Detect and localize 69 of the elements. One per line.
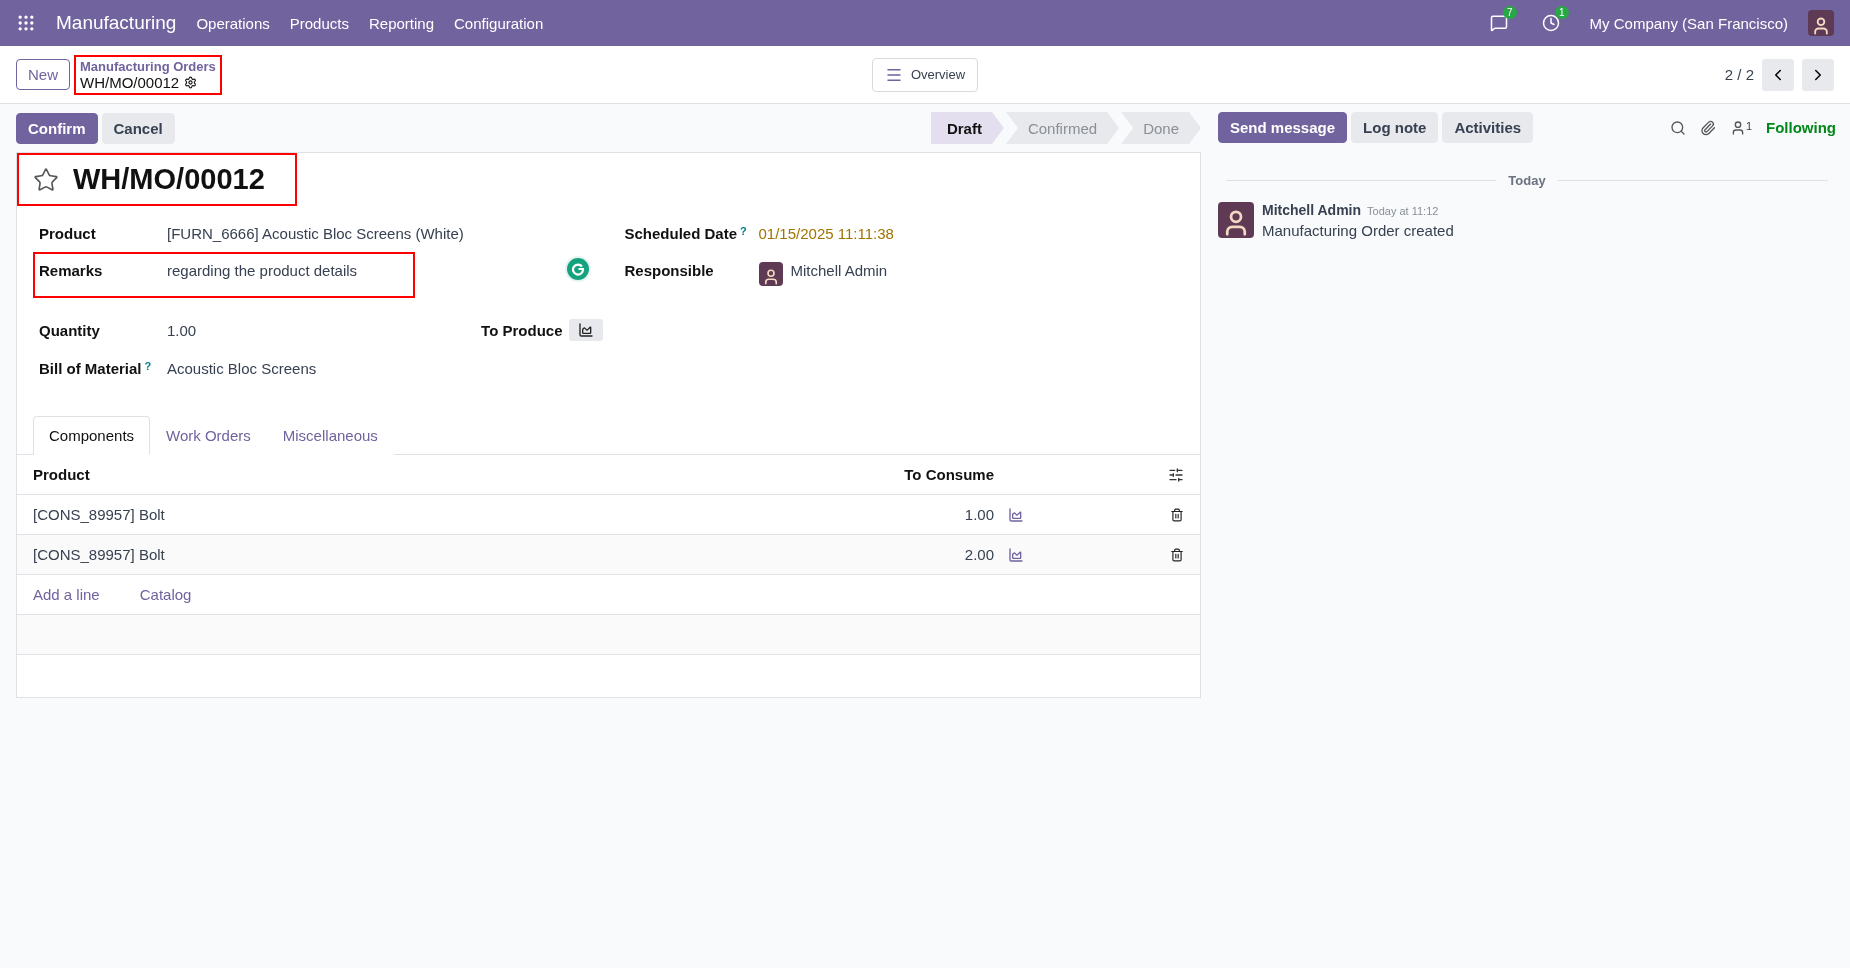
user-avatar	[1808, 10, 1834, 36]
field-value[interactable]: Acoustic Bloc Screens	[167, 359, 317, 377]
chatter-button[interactable]: Send message	[1218, 112, 1348, 143]
chatter-button[interactable]: Log note	[1351, 112, 1439, 143]
help-tooltip[interactable]: ?	[740, 224, 747, 237]
settings-icon[interactable]	[184, 75, 198, 89]
delete-icon[interactable]	[1170, 507, 1184, 522]
forecast-button[interactable]	[568, 319, 603, 341]
message-time: Today at 11:12	[1367, 205, 1439, 217]
table-cell-text: 1.00	[963, 506, 994, 523]
overview-button[interactable]: Overview	[871, 57, 979, 92]
chart-icon	[577, 322, 594, 338]
record-title: WH/MO/00012	[73, 163, 265, 196]
cancel-button[interactable]: Cancel	[101, 112, 175, 144]
app-name[interactable]: Manufacturing	[56, 12, 177, 34]
field-value[interactable]: Mitchell Admin	[790, 262, 888, 279]
chatter-button[interactable]: Activities	[1442, 112, 1534, 143]
menu-item[interactable]: Reporting	[369, 14, 435, 32]
date-separator: Today	[1508, 173, 1546, 188]
column-header[interactable]: To Consume	[854, 466, 994, 483]
search-icon[interactable]	[1669, 119, 1686, 136]
activities-icon[interactable]	[1541, 14, 1560, 32]
company-switcher[interactable]: My Company (San Francisco)	[1589, 14, 1788, 32]
star-icon[interactable]	[33, 166, 59, 193]
paperclip-icon[interactable]	[1699, 119, 1716, 136]
chart-icon[interactable]	[1008, 506, 1024, 523]
notification-badge: 7	[1503, 6, 1517, 19]
table-link[interactable]: Catalog	[139, 586, 192, 603]
app-menu-icon[interactable]	[16, 13, 36, 33]
menu-item[interactable]: Configuration	[454, 14, 544, 32]
table-cell-text: [CONS_89957] Bolt	[33, 546, 166, 563]
user-avatar	[1218, 202, 1254, 238]
user-avatar	[758, 262, 783, 286]
field-value[interactable]: 1.00	[167, 321, 482, 339]
menu-item[interactable]: Products	[289, 14, 349, 32]
field-value[interactable]: [FURN_6666] Acoustic Bloc Screens (White)	[167, 224, 464, 242]
following-button[interactable]: Following	[1766, 119, 1836, 136]
field-label: To Produce	[481, 321, 563, 339]
message-text: Manufacturing Order created	[1262, 222, 1454, 239]
g-icon[interactable]	[564, 256, 591, 282]
follower-count: 1	[1745, 119, 1752, 134]
new-button[interactable]: New	[16, 59, 70, 90]
message-author: Mitchell Admin	[1262, 202, 1362, 218]
delete-icon[interactable]	[1170, 547, 1184, 562]
field-label: Remarks	[39, 262, 104, 279]
tab[interactable]: Components	[33, 416, 151, 455]
record-name: WH/MO/00012	[80, 73, 180, 91]
pager-value[interactable]: 2 / 2	[1724, 66, 1754, 83]
field-label: Bill of Material	[39, 359, 142, 377]
column-settings-icon[interactable]	[1168, 466, 1184, 483]
breadcrumb-link[interactable]: Manufacturing Orders	[80, 58, 216, 74]
menu-item[interactable]: Operations	[196, 14, 270, 32]
status-stage[interactable]: Draft	[930, 112, 1004, 144]
chart-icon[interactable]	[1008, 546, 1024, 563]
messages-icon[interactable]	[1489, 14, 1508, 32]
field-label: Quantity	[39, 321, 101, 339]
field-value[interactable]: regarding the product details	[167, 262, 358, 279]
notification-badge: 1	[1555, 6, 1569, 19]
table-cell-text: 2.00	[963, 546, 994, 563]
table-cell-text: [CONS_89957] Bolt	[33, 506, 166, 523]
field-label: Responsible	[624, 262, 715, 279]
date-value[interactable]: 01/15/2025 11:11:38	[758, 224, 894, 242]
confirm-button[interactable]: Confirm	[16, 112, 98, 144]
field-label: Product	[39, 224, 97, 242]
column-header[interactable]: Product	[33, 466, 854, 483]
table-link[interactable]: Add a line	[33, 586, 100, 603]
next-button[interactable]	[1802, 58, 1834, 91]
help-tooltip[interactable]: ?	[144, 359, 152, 372]
field-label: Scheduled Date	[624, 224, 738, 242]
